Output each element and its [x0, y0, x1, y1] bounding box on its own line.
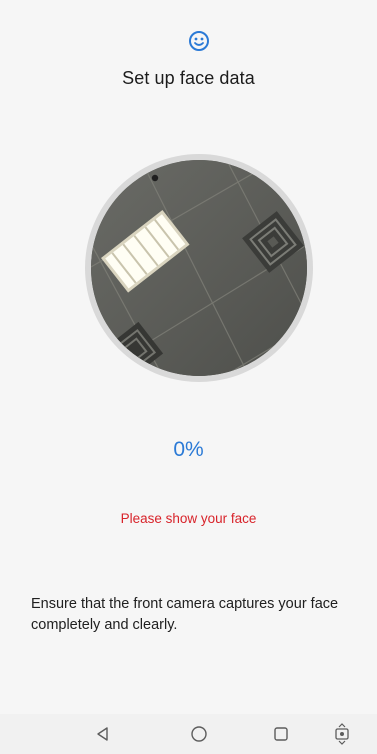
back-icon: [97, 727, 108, 741]
smiley-face-icon: [189, 31, 209, 51]
screenshot-button[interactable]: [320, 714, 364, 754]
instruction-text: Ensure that the front camera captures yo…: [31, 596, 339, 633]
home-icon: [191, 726, 207, 742]
recents-icon: [274, 727, 288, 741]
screenshot-icon: [335, 723, 349, 745]
progress-percent: 0%: [173, 438, 204, 461]
status-message: Please show your face: [120, 511, 257, 526]
page-title: Set up face data: [122, 68, 255, 88]
camera-preview: [91, 160, 307, 376]
back-button[interactable]: [81, 714, 125, 754]
home-button[interactable]: [177, 714, 221, 754]
face-setup-screen: Set up face data 0% Please show your fac…: [0, 0, 377, 754]
navigation-bar: [0, 714, 377, 754]
recents-button[interactable]: [259, 714, 303, 754]
camera-preview-image: [91, 160, 307, 376]
